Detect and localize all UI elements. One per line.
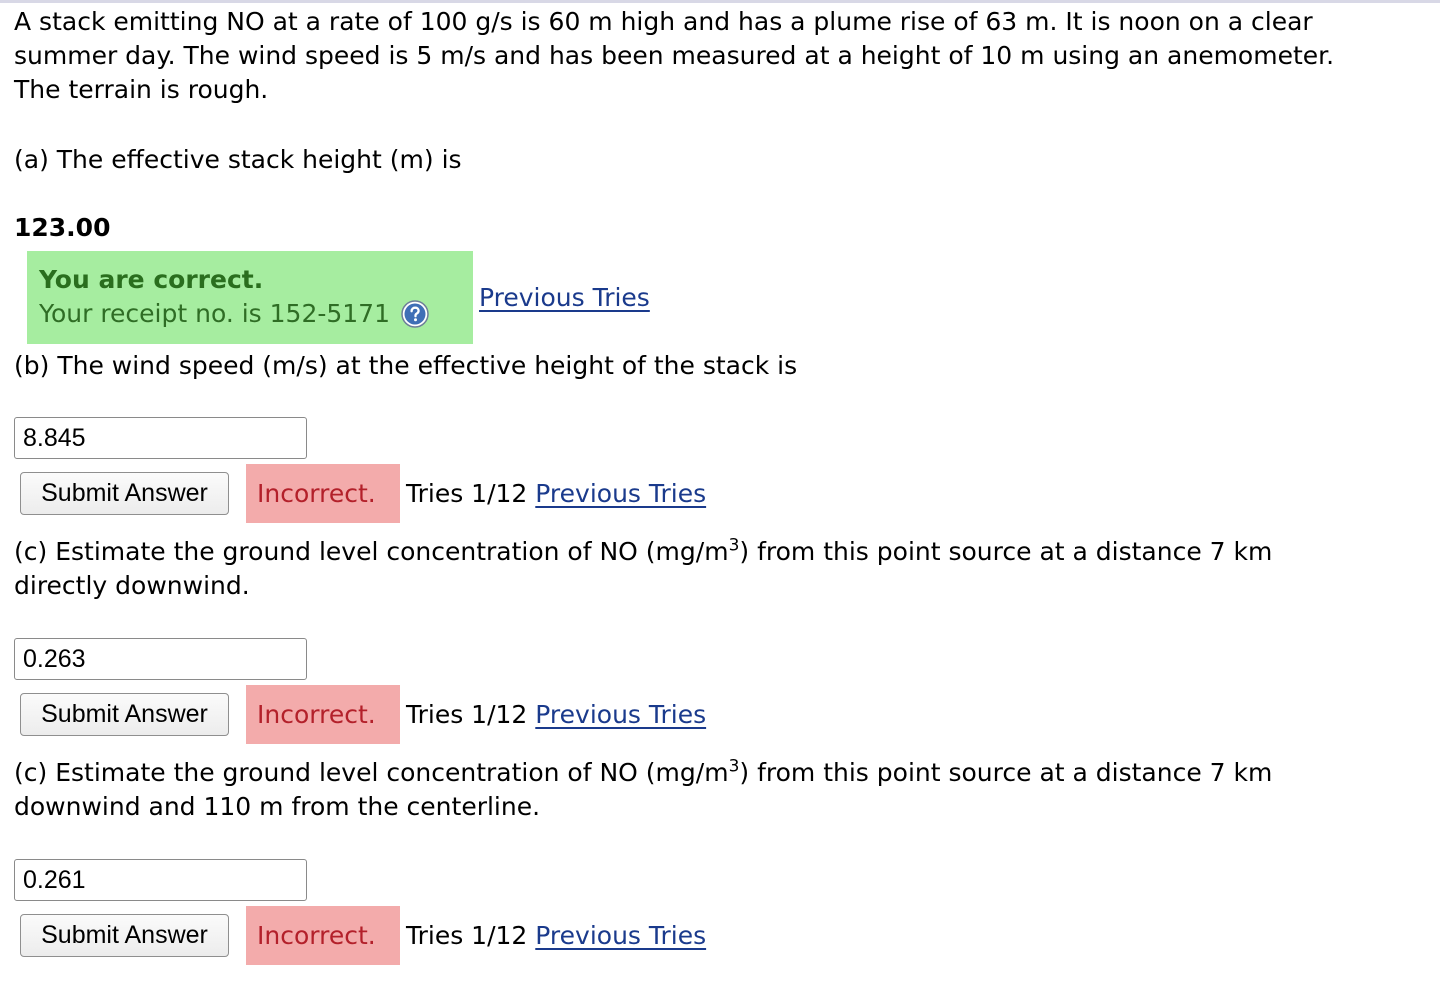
- part-c2-incorrect-badge: Incorrect.: [246, 906, 400, 965]
- part-b-incorrect-badge: Incorrect.: [246, 464, 400, 523]
- part-c1-submit-button[interactable]: Submit Answer: [20, 693, 229, 736]
- part-b-submit-button[interactable]: Submit Answer: [20, 472, 229, 515]
- problem-line-3: The terrain is rough.: [14, 75, 269, 104]
- previous-tries-link-c2[interactable]: Previous Tries: [535, 921, 706, 950]
- part-c2-submit-button[interactable]: Submit Answer: [20, 914, 229, 957]
- part-c1-question: (c) Estimate the ground level concentrat…: [14, 535, 1272, 603]
- part-c1-question-line-1: (c) Estimate the ground level concentrat…: [14, 535, 1273, 566]
- correct-feedback-box: You are correct. Your receipt no. is 152…: [27, 251, 473, 344]
- question-circle-icon[interactable]: [401, 300, 429, 328]
- part-c2-question-line-1: (c) Estimate the ground level concentrat…: [14, 756, 1273, 787]
- problem-line-1: A stack emitting NO at a rate of 100 g/s…: [14, 7, 1313, 36]
- part-a-answer: 123.00: [14, 213, 111, 242]
- receipt-text: Your receipt no. is 152-5171: [39, 299, 390, 328]
- problem-statement: A stack emitting NO at a rate of 100 g/s…: [14, 5, 1334, 107]
- part-b-question: (b) The wind speed (m/s) at the effectiv…: [14, 351, 798, 380]
- part-a-question: (a) The effective stack height (m) is: [14, 145, 462, 174]
- part-c1-incorrect-badge: Incorrect.: [246, 685, 400, 744]
- part-c2-question-line-2: downwind and 110 m from the centerline.: [14, 792, 541, 821]
- part-b-answer-input[interactable]: [14, 417, 307, 459]
- part-c1-tries-count: Tries 1/12: [406, 700, 528, 729]
- part-c1-answer-input[interactable]: [14, 638, 307, 680]
- part-b-tries-count: Tries 1/12: [406, 479, 528, 508]
- previous-tries-link-b[interactable]: Previous Tries: [535, 479, 706, 508]
- part-b-tries: Tries 1/12 Previous Tries: [406, 464, 706, 523]
- part-c2-tries: Tries 1/12 Previous Tries: [406, 906, 706, 965]
- previous-tries-link-a[interactable]: Previous Tries: [479, 283, 650, 312]
- part-c2-answer-input[interactable]: [14, 859, 307, 901]
- correct-title: You are correct.: [39, 265, 264, 294]
- top-divider: [0, 0, 1440, 3]
- part-c2-question: (c) Estimate the ground level concentrat…: [14, 756, 1272, 824]
- problem-line-2: summer day. The wind speed is 5 m/s and …: [14, 41, 1335, 70]
- part-c1-question-line-2: directly downwind.: [14, 571, 250, 600]
- receipt-line: Your receipt no. is 152-5171: [39, 297, 473, 331]
- part-c1-tries: Tries 1/12 Previous Tries: [406, 685, 706, 744]
- previous-tries-link-c1[interactable]: Previous Tries: [535, 700, 706, 729]
- part-c2-tries-count: Tries 1/12: [406, 921, 528, 950]
